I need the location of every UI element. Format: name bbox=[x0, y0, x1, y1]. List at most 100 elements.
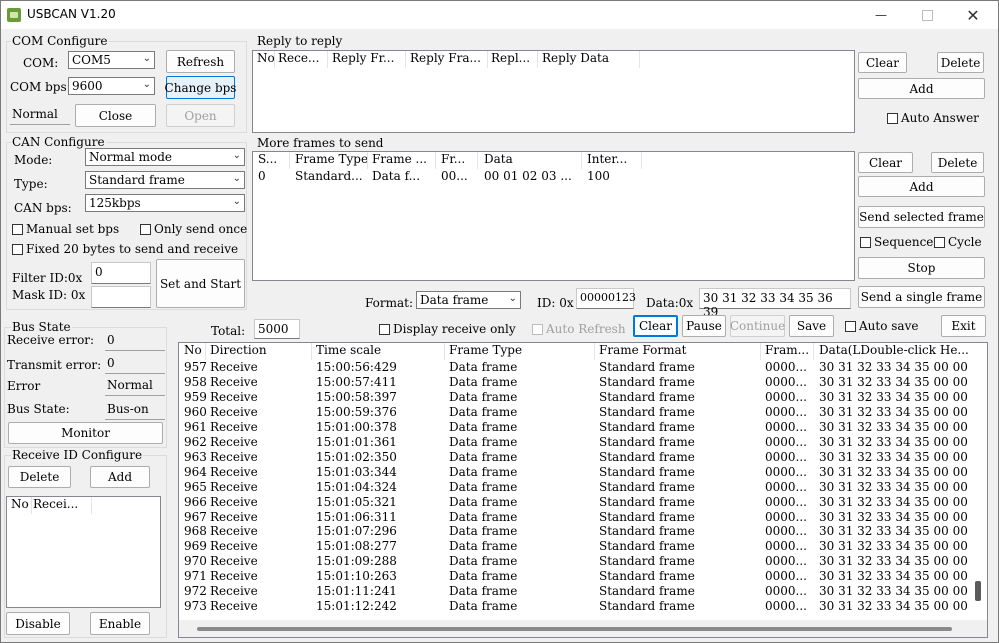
manual-bps-checkbox[interactable]: Manual set bps bbox=[12, 222, 119, 236]
reply-list[interactable]: No Rece... Reply Fr... Reply Fra... Repl… bbox=[252, 50, 855, 133]
table-cell: 30 31 32 33 34 35 00 00 bbox=[819, 509, 968, 524]
com-select[interactable]: COM5 ⌄ bbox=[68, 51, 155, 69]
recv-header-frame-type[interactable]: Frame Type bbox=[449, 343, 522, 360]
table-cell: Receive bbox=[210, 599, 258, 614]
frame-type-select[interactable]: Standard frame ⌄ bbox=[85, 171, 245, 189]
minimize-button[interactable]: — bbox=[858, 1, 904, 29]
reply-header-no[interactable]: No bbox=[257, 51, 275, 68]
recv-header-no[interactable]: No bbox=[184, 343, 202, 360]
recv-header-frame-format[interactable]: Frame Format bbox=[599, 343, 687, 360]
table-cell: 971 bbox=[184, 569, 207, 584]
transmit-error-label: Transmit error: bbox=[7, 358, 102, 372]
reply-header-repl[interactable]: Repl... bbox=[491, 51, 530, 68]
recv-header-time-scale[interactable]: Time scale bbox=[316, 343, 381, 360]
error-label: Error bbox=[7, 379, 41, 393]
more-header-s[interactable]: S... bbox=[258, 152, 277, 169]
reply-header-reply-fr[interactable]: Reply Fr... bbox=[332, 51, 394, 68]
table-cell: Data frame bbox=[449, 479, 518, 494]
refresh-button[interactable]: Refresh bbox=[166, 50, 235, 73]
more-header-frame-type[interactable]: Frame Type bbox=[295, 152, 368, 169]
can-bps-select[interactable]: 125kbps ⌄ bbox=[85, 194, 245, 212]
send-once-checkbox[interactable]: Only send once bbox=[140, 222, 247, 236]
stop-button[interactable]: Stop bbox=[858, 257, 985, 279]
table-cell: 30 31 32 33 34 35 00 00 bbox=[819, 374, 968, 389]
more-header-inter[interactable]: Inter... bbox=[587, 152, 627, 169]
auto-refresh-checkbox[interactable]: Auto Refresh bbox=[532, 322, 626, 336]
table-cell: Standard frame bbox=[599, 554, 695, 569]
reply-header-rece[interactable]: Rece... bbox=[278, 51, 319, 68]
recv-header-direction[interactable]: Direction bbox=[210, 343, 267, 360]
send-single-frame-button[interactable]: Send a single frame bbox=[858, 286, 985, 308]
change-bps-button[interactable]: Change bps bbox=[165, 76, 236, 99]
format-label: Format: bbox=[365, 296, 414, 310]
more-header-fr[interactable]: Fr... bbox=[441, 152, 465, 169]
mask-id-input[interactable] bbox=[91, 286, 151, 308]
data-input[interactable]: 30 31 32 33 34 35 36 39 bbox=[699, 288, 851, 319]
reply-header-reply-data[interactable]: Reply Data bbox=[542, 51, 609, 68]
horizontal-scrollbar-thumb[interactable] bbox=[197, 627, 952, 631]
table-cell: Standard frame bbox=[599, 389, 695, 404]
auto-save-checkbox[interactable]: Auto save bbox=[845, 319, 918, 333]
table-cell: Data frame bbox=[449, 449, 518, 464]
horizontal-scrollbar[interactable] bbox=[179, 620, 987, 637]
table-cell: Standard frame bbox=[599, 569, 695, 584]
table-cell: 15:01:10:263 bbox=[316, 569, 397, 584]
exit-button[interactable]: Exit bbox=[941, 315, 986, 337]
send-selected-frame-button[interactable]: Send selected frame bbox=[858, 206, 985, 228]
table-cell: 0000... bbox=[765, 479, 807, 494]
more-add-button[interactable]: Add bbox=[858, 176, 985, 197]
id-input[interactable]: 00000123 bbox=[576, 288, 636, 309]
more-clear-button[interactable]: Clear bbox=[858, 152, 913, 173]
filter-id-input[interactable]: 0 bbox=[91, 262, 151, 284]
monitor-button[interactable]: Monitor bbox=[8, 422, 163, 444]
table-cell: Standard frame bbox=[599, 374, 695, 389]
auto-answer-checkbox[interactable]: Auto Answer bbox=[887, 111, 979, 125]
more-header-data[interactable]: Data bbox=[484, 152, 513, 169]
set-and-start-button[interactable]: Set and Start bbox=[156, 259, 245, 308]
receive-id-header-no[interactable]: No bbox=[11, 497, 29, 514]
table-cell: Data frame bbox=[449, 509, 518, 524]
table-cell: Data frame bbox=[449, 494, 518, 509]
table-cell: 15:01:04:324 bbox=[316, 479, 397, 494]
save-button[interactable]: Save bbox=[789, 315, 834, 337]
receive-id-list[interactable]: No Recei... bbox=[6, 496, 161, 608]
receive-id-header-recei[interactable]: Recei... bbox=[33, 497, 78, 514]
reply-clear-button[interactable]: Clear bbox=[858, 52, 907, 73]
com-bps-select[interactable]: 9600 ⌄ bbox=[68, 77, 155, 95]
receive-clear-button[interactable]: Clear bbox=[633, 315, 678, 337]
enable-button[interactable]: Enable bbox=[90, 612, 150, 635]
fixed-20-checkbox[interactable]: Fixed 20 bytes to send and receive bbox=[12, 242, 238, 256]
vertical-scrollbar-thumb[interactable] bbox=[975, 581, 981, 601]
table-cell: Receive bbox=[210, 419, 258, 434]
disable-button[interactable]: Disable bbox=[6, 612, 70, 635]
sequence-checkbox[interactable]: Sequence bbox=[860, 235, 933, 249]
format-select[interactable]: Data frame ⌄ bbox=[416, 291, 521, 309]
table-cell: 30 31 32 33 34 35 00 00 bbox=[819, 524, 968, 539]
recv-header-data[interactable]: Data(LDouble-click He... bbox=[819, 343, 969, 360]
reply-delete-button[interactable]: Delete bbox=[937, 52, 984, 73]
open-port-button[interactable]: Open bbox=[166, 104, 235, 127]
reply-add-button[interactable]: Add bbox=[858, 78, 985, 99]
table-cell: 964 bbox=[184, 464, 207, 479]
receive-id-delete-button[interactable]: Delete bbox=[8, 466, 71, 488]
close-port-button[interactable]: Close bbox=[75, 104, 156, 127]
maximize-button[interactable] bbox=[904, 1, 950, 29]
table-cell: 30 31 32 33 34 35 00 00 bbox=[819, 479, 968, 494]
receive-id-add-button[interactable]: Add bbox=[90, 466, 150, 488]
more-delete-button[interactable]: Delete bbox=[931, 152, 984, 173]
more-frames-list[interactable]: S... Frame Type Frame ... Fr... Data Int… bbox=[252, 151, 855, 281]
pause-button[interactable]: Pause bbox=[682, 315, 726, 337]
table-cell: 15:00:56:429 bbox=[316, 360, 397, 374]
cycle-checkbox[interactable]: Cycle bbox=[934, 235, 982, 249]
reply-header-reply-fra[interactable]: Reply Fra... bbox=[410, 51, 481, 68]
table-cell: 15:01:05:321 bbox=[316, 494, 397, 509]
display-receive-only-checkbox[interactable]: Display receive only bbox=[379, 322, 516, 336]
continue-button[interactable]: Continue bbox=[730, 315, 785, 337]
receive-list[interactable]: No Direction Time scale Frame Type Frame… bbox=[178, 342, 988, 638]
recv-header-fram[interactable]: Fram... bbox=[765, 343, 809, 360]
close-window-button[interactable]: ✕ bbox=[950, 1, 996, 29]
mode-select[interactable]: Normal mode ⌄ bbox=[85, 148, 245, 166]
more-header-frame[interactable]: Frame ... bbox=[372, 152, 427, 169]
table-cell: Data frame bbox=[449, 434, 518, 449]
bus-state-value: Bus-on bbox=[105, 400, 165, 420]
